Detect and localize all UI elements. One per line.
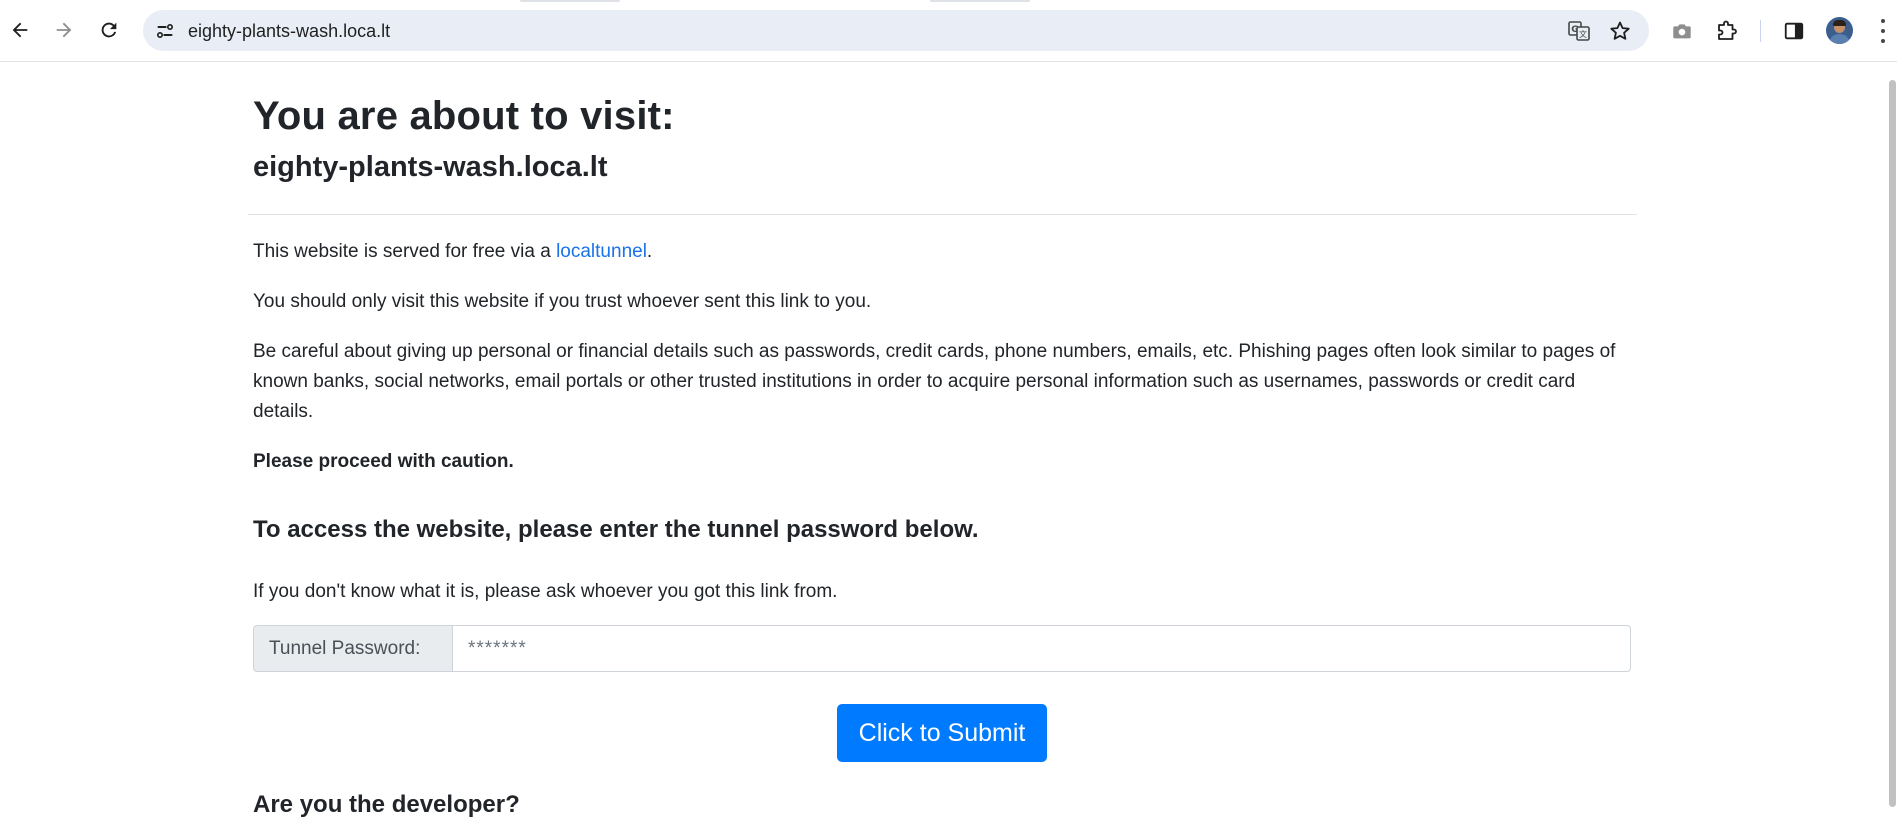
- intro-suffix: .: [646, 241, 653, 262]
- star-icon: [1610, 21, 1630, 40]
- password-input-group: Tunnel Password:: [253, 625, 1631, 672]
- forward-button[interactable]: [46, 12, 82, 48]
- target-host: eighty-plants-wash.loca.lt: [253, 151, 608, 183]
- side-panel-icon: [1784, 22, 1804, 40]
- reload-button[interactable]: [91, 12, 127, 48]
- developer-heading: Are you the developer?: [253, 791, 520, 818]
- side-panel-button[interactable]: [1778, 15, 1810, 47]
- scrollbar-thumb[interactable]: [1889, 80, 1896, 807]
- localtunnel-link[interactable]: localtunnel: [556, 241, 647, 262]
- toolbar-separator: [1760, 20, 1761, 42]
- camera-icon: [1673, 24, 1691, 39]
- svg-text:文: 文: [1579, 29, 1587, 39]
- trust-paragraph: You should only visit this website if yo…: [253, 291, 872, 312]
- access-heading: To access the website, please enter the …: [253, 516, 979, 543]
- translate-icon: G 文: [1568, 21, 1590, 41]
- back-button[interactable]: [2, 12, 38, 48]
- page-title: You are about to visit:: [253, 94, 675, 138]
- avatar[interactable]: [1826, 17, 1853, 44]
- bookmark-button[interactable]: [1605, 16, 1635, 46]
- site-info-button[interactable]: [149, 15, 180, 46]
- browser-toolbar: eighty-plants-wash.loca.lt G 文: [0, 0, 1897, 62]
- submit-button[interactable]: Click to Submit: [837, 704, 1047, 762]
- extensions-button[interactable]: [1711, 15, 1743, 47]
- password-field[interactable]: [453, 625, 1631, 672]
- divider: [248, 214, 1637, 215]
- tab-strip-edge: [520, 0, 620, 2]
- translate-button[interactable]: G 文: [1564, 16, 1594, 46]
- puzzle-icon: [1718, 20, 1737, 40]
- warning-paragraph: Be careful about giving up personal or f…: [253, 341, 1616, 422]
- tune-icon: [156, 23, 173, 38]
- password-label: Tunnel Password:: [253, 625, 453, 672]
- intro-text: This website is served for free via a: [253, 241, 557, 262]
- arrow-left-icon: [12, 22, 28, 38]
- hint-paragraph: If you don't know what it is, please ask…: [253, 581, 838, 602]
- caution-text: Please proceed with caution.: [253, 451, 514, 472]
- tab-strip-edge: [930, 0, 1030, 2]
- screenshot-button[interactable]: [1666, 15, 1698, 47]
- arrow-right-icon: [56, 22, 72, 38]
- kebab-menu-icon[interactable]: [1880, 19, 1886, 43]
- reload-icon: [101, 22, 117, 38]
- intro-paragraph: This website is served for free via a lo…: [253, 237, 1631, 267]
- address-bar[interactable]: eighty-plants-wash.loca.lt G 文: [143, 10, 1649, 51]
- url-text[interactable]: eighty-plants-wash.loca.lt: [188, 21, 390, 42]
